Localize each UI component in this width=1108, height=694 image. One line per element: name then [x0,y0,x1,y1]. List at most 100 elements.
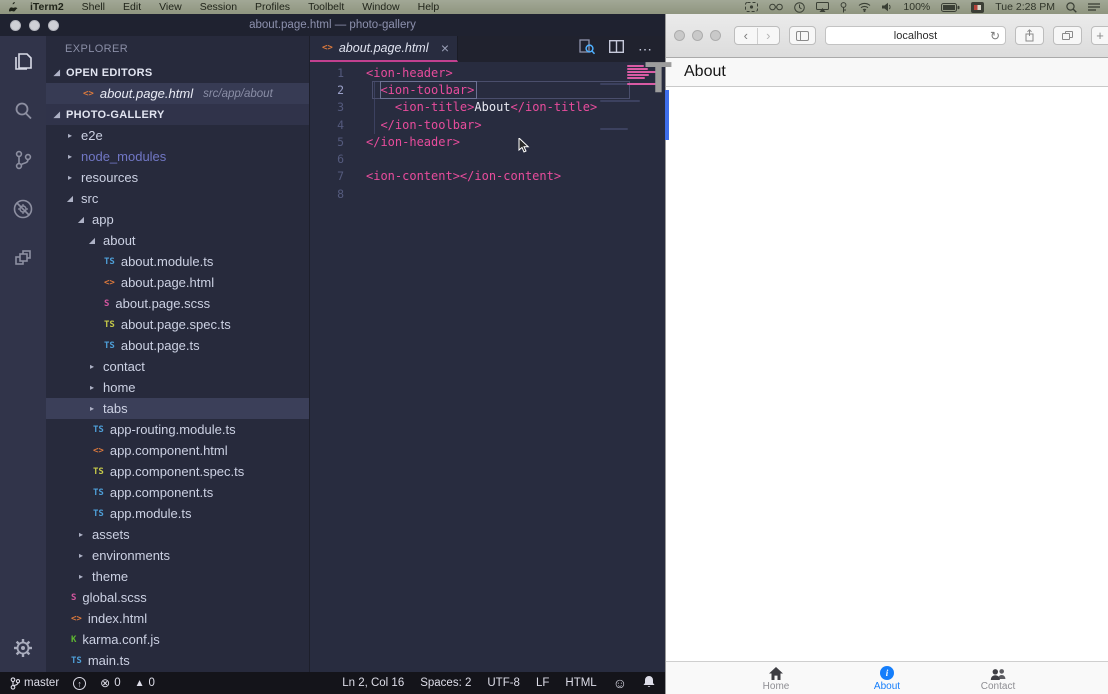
tree-file-about.module.ts[interactable]: TSabout.module.ts [46,251,309,272]
close-window-button[interactable] [674,30,685,41]
code-line-3[interactable]: 3 <ion-title>About</ion-title> [310,99,665,116]
back-button[interactable]: ‹ [735,28,757,44]
editor-tab-about-page-html[interactable]: <> about.page.html × [310,36,458,62]
tree-file-about.page.scss[interactable]: Sabout.page.scss [46,293,309,314]
open-editor-item[interactable]: <> about.page.html src/app/about [46,83,309,104]
zoom-window-button[interactable] [710,30,721,41]
open-preview-icon[interactable] [579,39,595,60]
minimize-window-button[interactable] [29,20,40,31]
branch-icon [10,677,20,690]
new-tab-button[interactable]: + [1091,26,1108,45]
code-line-2[interactable]: 2 <ion-toolbar> [310,81,665,98]
tab-overview-button[interactable] [1053,26,1082,45]
sync-icon[interactable]: ↑ [73,677,86,690]
tree-file-global.scss[interactable]: Sglobal.scss [46,587,309,608]
sidebar-toggle-button[interactable] [789,26,816,45]
tree-file-karma.conf.js[interactable]: Kkarma.conf.js [46,629,309,650]
address-bar[interactable]: localhost ↻ [825,26,1006,45]
input-source-icon[interactable] [971,2,984,13]
search-icon[interactable] [11,99,35,123]
project-header[interactable]: ◢ PHOTO-GALLERY [46,104,309,125]
minimize-window-button[interactable] [692,30,703,41]
close-window-button[interactable] [10,20,21,31]
eol-setting[interactable]: LF [536,677,549,689]
menu-item-help[interactable]: Help [418,1,440,13]
tree-file-about.page.html[interactable]: <>about.page.html [46,272,309,293]
notifications-bell-icon[interactable] [643,675,655,691]
menu-item-session[interactable]: Session [200,1,237,13]
extensions-icon[interactable] [11,246,35,270]
forward-button[interactable]: › [757,28,780,44]
tree-folder-environments[interactable]: ▸environments [46,545,309,566]
code-editor[interactable]: 1<ion-header>2 <ion-toolbar>3 <ion-title… [310,62,665,672]
warning-count[interactable]: ▲ 0 [135,677,155,689]
explorer-icon[interactable] [11,50,35,74]
tree-folder-e2e[interactable]: ▸e2e [46,125,309,146]
volume-icon[interactable] [882,2,892,12]
menu-item-view[interactable]: View [159,1,182,13]
git-branch-indicator[interactable]: master [10,677,59,690]
tree-folder-node_modules[interactable]: ▸node_modules [46,146,309,167]
code-line-7[interactable]: 7<ion-content></ion-content> [310,168,665,185]
tree-item-label: main.ts [88,653,130,668]
menu-item-shell[interactable]: Shell [82,1,105,13]
tree-folder-tabs[interactable]: ▸tabs [46,398,309,419]
code-line-4[interactable]: 4 </ion-toolbar> [310,116,665,133]
language-mode[interactable]: HTML [565,677,596,689]
zoom-window-button[interactable] [48,20,59,31]
error-count[interactable]: ⊗ 0 [100,676,120,690]
share-button[interactable] [1015,26,1044,45]
code-line-1[interactable]: 1<ion-header> [310,64,665,81]
feedback-smiley-icon[interactable]: ☺ [613,675,627,691]
settings-gear-icon[interactable] [11,636,35,660]
indentation-setting[interactable]: Spaces: 2 [420,677,471,689]
tree-file-main.ts[interactable]: TSmain.ts [46,650,309,671]
cursor-position[interactable]: Ln 2, Col 16 [342,677,404,689]
code-line-8[interactable]: 8 [310,185,665,202]
split-editor-icon[interactable] [609,40,624,58]
tree-folder-about[interactable]: ◢about [46,230,309,251]
notification-center-icon[interactable] [1088,2,1100,12]
tree-file-app.component.spec.ts[interactable]: TSapp.component.spec.ts [46,461,309,482]
open-editors-header[interactable]: ◢ OPEN EDITORS [46,62,309,83]
tree-folder-resources[interactable]: ▸resources [46,167,309,188]
tree-file-app.module.ts[interactable]: TSapp.module.ts [46,503,309,524]
code-line-6[interactable]: 6 [310,150,665,167]
tree-file-about.page.spec.ts[interactable]: TSabout.page.spec.ts [46,314,309,335]
screenshot-icon[interactable] [745,2,758,12]
ion-tab-contact[interactable]: Contact [943,662,1054,694]
airplay-icon[interactable] [816,2,829,12]
menu-item-profiles[interactable]: Profiles [255,1,290,13]
tree-folder-home[interactable]: ▸home [46,377,309,398]
reload-icon[interactable]: ↻ [990,29,1000,43]
tree-folder-app[interactable]: ◢app [46,209,309,230]
spotlight-icon[interactable] [1066,2,1077,13]
ion-tab-home[interactable]: Home [721,662,832,694]
tree-file-about.page.ts[interactable]: TSabout.page.ts [46,335,309,356]
menubar-clock[interactable]: Tue 2:28 PM [995,1,1055,13]
glasses-icon[interactable] [769,3,783,11]
apple-menu-icon[interactable] [8,2,20,13]
battery-icon[interactable] [941,3,960,12]
tree-folder-src[interactable]: ◢src [46,188,309,209]
tab-close-icon[interactable]: × [441,41,449,55]
tree-folder-assets[interactable]: ▸assets [46,524,309,545]
tree-file-index.html[interactable]: <>index.html [46,608,309,629]
menu-item-iterm2[interactable]: iTerm2 [30,1,64,13]
tree-file-app-routing.module.ts[interactable]: TSapp-routing.module.ts [46,419,309,440]
debug-icon[interactable] [11,197,35,221]
code-line-5[interactable]: 5</ion-header> [310,133,665,150]
ion-tab-about[interactable]: iAbout [832,662,943,694]
tree-file-app.component.ts[interactable]: TSapp.component.ts [46,482,309,503]
clock-icon[interactable] [794,2,805,13]
wifi-icon[interactable] [858,2,871,12]
tree-file-app.component.html[interactable]: <>app.component.html [46,440,309,461]
menu-item-edit[interactable]: Edit [123,1,141,13]
tree-folder-contact[interactable]: ▸contact [46,356,309,377]
encoding-setting[interactable]: UTF-8 [487,677,520,689]
menu-item-window[interactable]: Window [362,1,399,13]
menu-item-toolbelt[interactable]: Toolbelt [308,1,344,13]
tree-folder-theme[interactable]: ▸theme [46,566,309,587]
source-control-icon[interactable] [11,148,35,172]
key-icon[interactable] [840,2,847,13]
